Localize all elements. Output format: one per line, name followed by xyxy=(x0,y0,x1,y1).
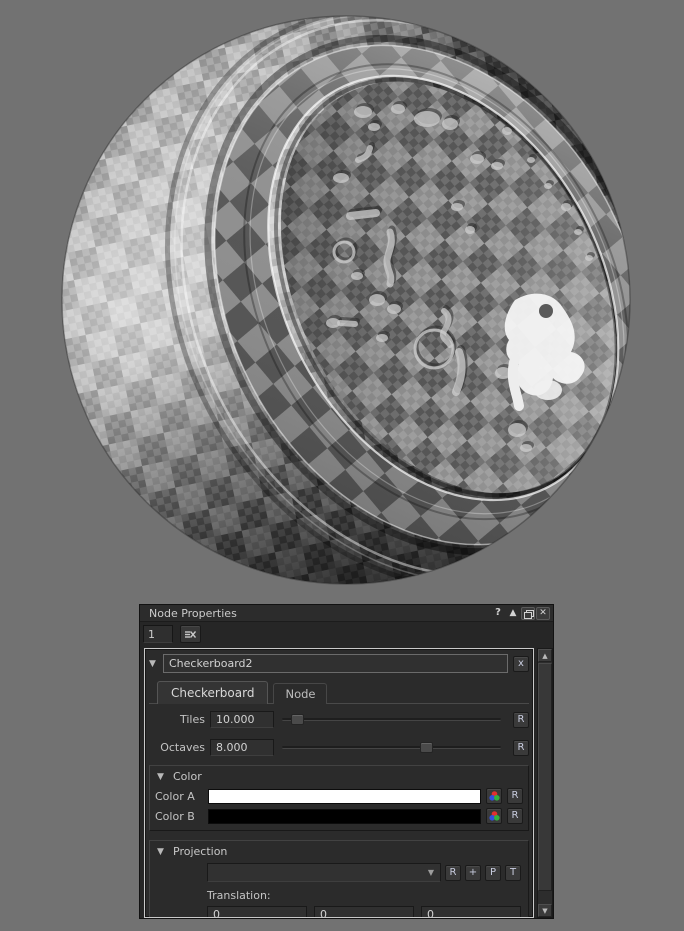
tab-checkerboard[interactable]: Checkerboard xyxy=(157,681,268,704)
undock-arrow-icon[interactable]: ▲ xyxy=(506,607,520,620)
octaves-slider[interactable] xyxy=(282,741,501,754)
projection-group: ▼ Projection ▼ R + P T Translation: xyxy=(149,840,529,918)
tiles-reset-button[interactable]: R xyxy=(513,712,529,728)
octaves-label: Octaves xyxy=(149,741,205,754)
tiles-value-input[interactable] xyxy=(210,711,274,728)
projection-transform-button[interactable]: T xyxy=(505,865,521,881)
param-row-tiles: Tiles R xyxy=(149,707,529,732)
help-icon[interactable]: ? xyxy=(491,607,505,620)
color-b-reset-button[interactable]: R xyxy=(507,808,523,824)
projection-group-title: Projection xyxy=(173,845,227,858)
shader-ball-preview xyxy=(0,0,684,600)
translation-y-input[interactable] xyxy=(314,906,414,918)
projection-reset-button[interactable]: R xyxy=(445,865,461,881)
panel-toolbar xyxy=(140,622,553,645)
tiles-label: Tiles xyxy=(149,713,205,726)
color-a-swatch[interactable] xyxy=(208,789,481,804)
color-group: ▼ Color Color A R Co xyxy=(149,765,529,831)
tiles-slider-track[interactable] xyxy=(282,718,501,721)
tab-node[interactable]: Node xyxy=(273,683,327,704)
node-settings-panel: ▼ x Checkerboard Node Tiles R Octav xyxy=(144,648,534,918)
tiles-slider-handle[interactable] xyxy=(291,714,304,725)
clear-panels-icon xyxy=(185,630,196,639)
color-b-wheel-button[interactable] xyxy=(486,808,502,824)
collapse-color-icon[interactable]: ▼ xyxy=(157,772,173,782)
panel-title: Node Properties xyxy=(149,607,490,620)
scrollbar-thumb[interactable] xyxy=(538,663,552,891)
node-properties-panel: Node Properties ? ▲ ✕ ▼ x Checkerboard xyxy=(139,604,554,919)
projection-dropdown[interactable]: ▼ xyxy=(207,863,441,882)
octaves-value-input[interactable] xyxy=(210,739,274,756)
scroll-down-button[interactable]: ▼ xyxy=(538,904,552,917)
color-b-label: Color B xyxy=(155,810,203,823)
translation-z-input[interactable] xyxy=(421,906,521,918)
panel-scrollbar[interactable]: ▲ ▼ xyxy=(537,648,553,918)
color-b-swatch[interactable] xyxy=(208,809,481,824)
color-a-row: Color A R xyxy=(155,788,523,804)
node-header: ▼ x xyxy=(149,654,529,673)
color-wheel-icon xyxy=(489,811,500,821)
projection-pick-button[interactable]: P xyxy=(485,865,501,881)
color-a-label: Color A xyxy=(155,790,203,803)
node-name-input[interactable] xyxy=(163,654,508,673)
close-panel-icon[interactable]: ✕ xyxy=(536,607,550,620)
float-window-icon[interactable] xyxy=(521,607,535,620)
color-group-title: Color xyxy=(173,770,202,783)
octaves-slider-handle[interactable] xyxy=(420,742,433,753)
translation-fields xyxy=(207,906,521,918)
tab-bar: Checkerboard Node xyxy=(149,680,529,704)
collapse-projection-icon[interactable]: ▼ xyxy=(157,847,173,857)
octaves-slider-track[interactable] xyxy=(282,746,501,749)
color-wheel-icon xyxy=(489,791,500,801)
max-panels-input[interactable] xyxy=(143,625,173,643)
octaves-reset-button[interactable]: R xyxy=(513,740,529,756)
chevron-down-icon: ▼ xyxy=(428,868,434,877)
param-row-octaves: Octaves R xyxy=(149,735,529,760)
tiles-slider[interactable] xyxy=(282,713,501,726)
collapse-node-icon[interactable]: ▼ xyxy=(149,659,163,669)
translation-x-input[interactable] xyxy=(207,906,307,918)
clear-panels-button[interactable] xyxy=(180,625,201,643)
scroll-up-button[interactable]: ▲ xyxy=(538,649,552,662)
projection-dropdown-row: ▼ R + P T xyxy=(207,863,521,882)
projection-add-button[interactable]: + xyxy=(465,865,481,881)
close-node-button[interactable]: x xyxy=(513,656,529,672)
panel-titlebar[interactable]: Node Properties ? ▲ ✕ xyxy=(140,605,553,622)
color-a-wheel-button[interactable] xyxy=(486,788,502,804)
translation-label: Translation: xyxy=(207,889,523,902)
color-a-reset-button[interactable]: R xyxy=(507,788,523,804)
color-b-row: Color B R xyxy=(155,808,523,824)
